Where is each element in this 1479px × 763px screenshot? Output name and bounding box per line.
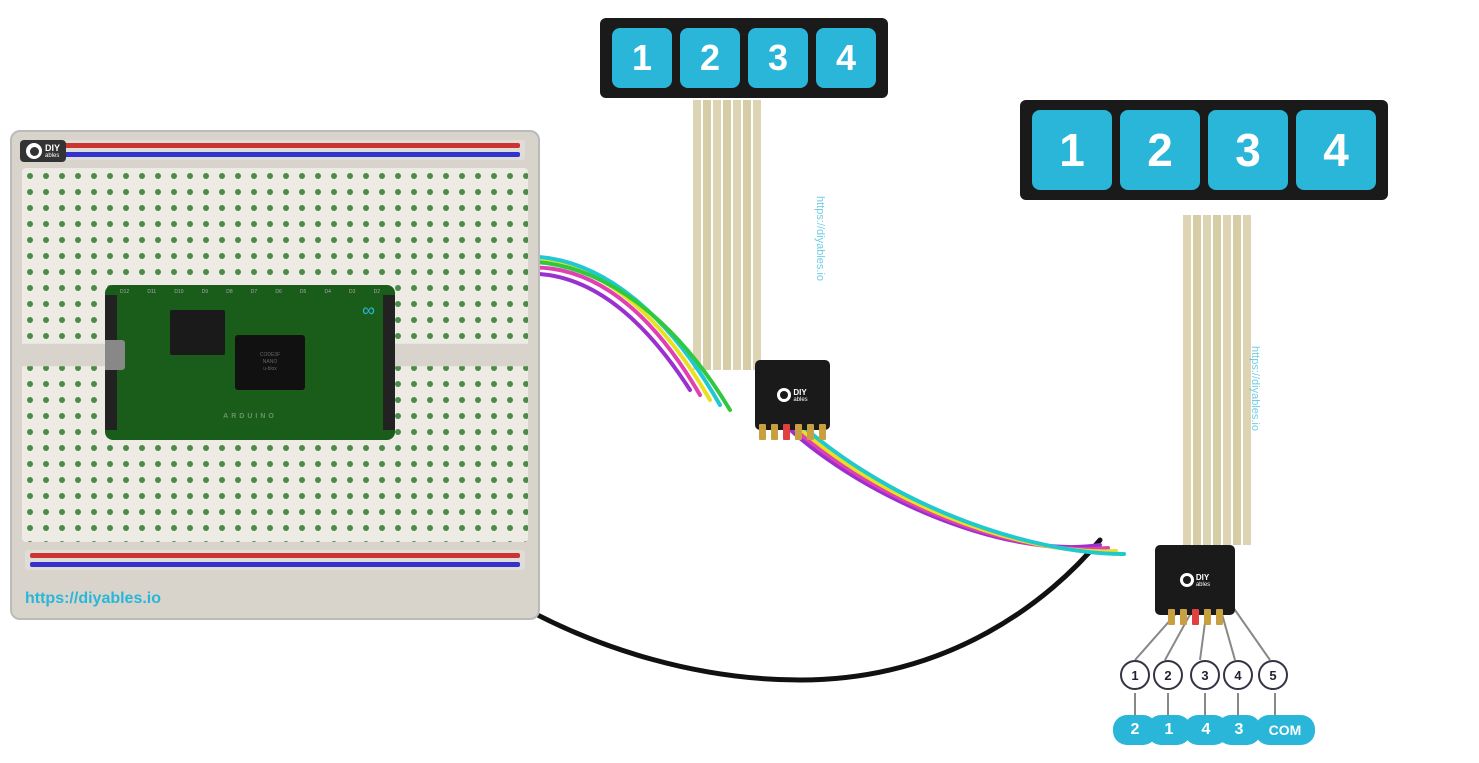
pin-node-3: 3: [1190, 660, 1220, 690]
arduino-text: ARDUINO: [223, 413, 277, 420]
digit-3-left: 3: [748, 28, 808, 88]
breadboard: DIY ables https://diyables.io CODE3F NAN…: [10, 130, 540, 620]
digit-1-left: 1: [612, 28, 672, 88]
arduino-logo: ∞: [362, 300, 375, 321]
segment-module-left: DIY ables: [755, 360, 830, 430]
display-top-right: 1 2 3 4: [1020, 100, 1388, 200]
breadboard-logo: DIY ables: [20, 140, 66, 162]
ables-text-left: ables: [793, 397, 807, 403]
pin-2-left: [771, 424, 778, 440]
breadboard-url: https://diyables.io: [25, 590, 161, 608]
main-container: 1 2 3 4 1 2 3 4 DIY ables: [0, 0, 1479, 763]
arduino-board: CODE3F NANO u-blox ∞ D12 D11 D10 D9 D8 D…: [105, 285, 395, 440]
diy-logo-icon-left: [777, 388, 791, 402]
digit-4-left: 4: [816, 28, 876, 88]
pin-node-1: 1: [1120, 660, 1150, 690]
pin-node-2: 2: [1153, 660, 1183, 690]
pin-5-left: [807, 424, 814, 440]
pin-1-left: [759, 424, 766, 440]
digit-3-right: 3: [1208, 110, 1288, 190]
pin-6-left: [819, 424, 826, 440]
pin-3-left: [783, 424, 790, 440]
pin-4-left: [795, 424, 802, 440]
display-bar-left: 1 2 3 4: [600, 18, 888, 98]
digit-1-right: 1: [1032, 110, 1112, 190]
diy-text-right: DIY: [1196, 573, 1210, 582]
pin-label-com: COM: [1255, 715, 1315, 745]
ublox-chip: [170, 310, 225, 355]
ables-text-right: ables: [1196, 582, 1210, 588]
display-top-left: 1 2 3 4: [600, 18, 888, 98]
segment-module-right: DIY ables: [1155, 545, 1235, 615]
diy-text-left: DIY: [793, 388, 807, 397]
display-bar-right: 1 2 3 4: [1020, 100, 1388, 200]
pin-2-right: [1180, 609, 1187, 625]
diy-logo-icon-right: [1180, 573, 1194, 587]
pin-node-4: 4: [1223, 660, 1253, 690]
digit-2-right: 2: [1120, 110, 1200, 190]
main-chip: CODE3F NANO u-blox: [235, 335, 305, 390]
digit-4-right: 4: [1296, 110, 1376, 190]
pin-4-right: [1204, 609, 1211, 625]
watermark-right: https://diyables.io: [1249, 346, 1261, 431]
digit-2-left: 2: [680, 28, 740, 88]
watermark-left: https://diyables.io: [814, 196, 826, 281]
pin-3-right: [1192, 609, 1199, 625]
pin-1-right: [1168, 609, 1175, 625]
pin-5-right: [1216, 609, 1223, 625]
pin-node-5: 5: [1258, 660, 1288, 690]
